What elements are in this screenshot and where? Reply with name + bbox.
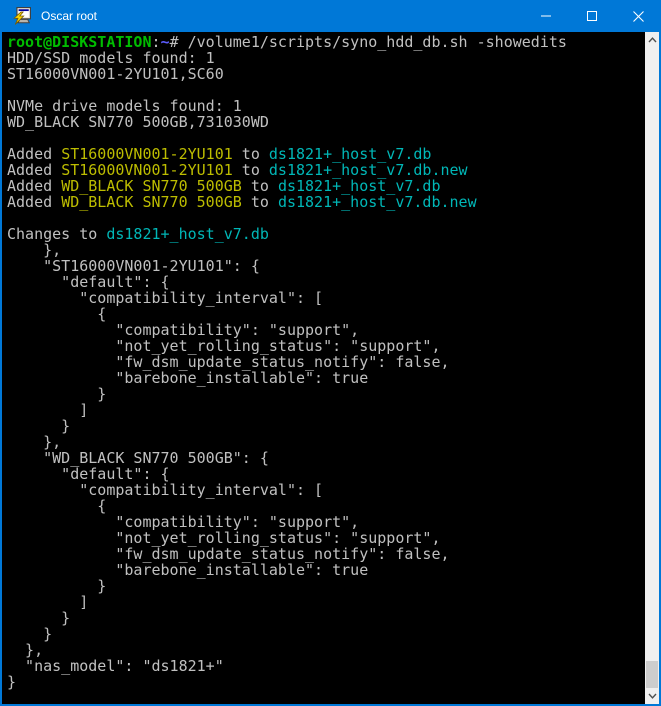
maximize-button[interactable] — [569, 0, 615, 32]
terminal-line — [7, 82, 645, 98]
terminal-line: Added ST16000VN001-2YU101 to ds1821+_hos… — [7, 162, 645, 178]
terminal-line: "compatibility": "support", — [7, 322, 645, 338]
scrollbar[interactable] — [645, 32, 659, 704]
terminal-line: "nas_model": "ds1821+" — [7, 658, 645, 674]
terminal-line: } — [7, 386, 645, 402]
terminal-line: "fw_dsm_update_status_notify": false, — [7, 546, 645, 562]
terminal-line: "compatibility_interval": [ — [7, 482, 645, 498]
title-bar[interactable]: Oscar root — [0, 0, 661, 32]
terminal-line: ] — [7, 402, 645, 418]
terminal-line: } — [7, 674, 645, 690]
terminal-line: HDD/SSD models found: 1 — [7, 50, 645, 66]
putty-app-icon[interactable] — [13, 7, 31, 25]
putty-window: Oscar root root@DISKSTATION:~# /volume1/… — [0, 0, 661, 706]
window-body: root@DISKSTATION:~# /volume1/scripts/syn… — [2, 32, 659, 704]
terminal-line: "not_yet_rolling_status": "support", — [7, 338, 645, 354]
terminal-line: "default": { — [7, 466, 645, 482]
terminal-line: root@DISKSTATION:~# /volume1/scripts/syn… — [7, 34, 645, 50]
scroll-down-button[interactable] — [645, 688, 659, 704]
terminal-line: }, — [7, 242, 645, 258]
terminal-lines: root@DISKSTATION:~# /volume1/scripts/syn… — [7, 34, 645, 690]
terminal-line: NVMe drive models found: 1 — [7, 98, 645, 114]
scroll-up-button[interactable] — [645, 32, 659, 48]
terminal-line: } — [7, 418, 645, 434]
terminal-line: } — [7, 578, 645, 594]
terminal-line: "default": { — [7, 274, 645, 290]
terminal-line — [7, 130, 645, 146]
terminal-line: Added WD_BLACK SN770 500GB to ds1821+_ho… — [7, 194, 645, 210]
terminal-line: { — [7, 306, 645, 322]
terminal-line — [7, 210, 645, 226]
terminal-line: }, — [7, 642, 645, 658]
terminal-line: "barebone_installable": true — [7, 562, 645, 578]
terminal-line: }, — [7, 434, 645, 450]
terminal-line: "not_yet_rolling_status": "support", — [7, 530, 645, 546]
terminal-screen[interactable]: root@DISKSTATION:~# /volume1/scripts/syn… — [2, 32, 645, 704]
terminal-line: { — [7, 498, 645, 514]
terminal-line: "compatibility": "support", — [7, 514, 645, 530]
terminal-line: } — [7, 610, 645, 626]
terminal-line: "WD_BLACK SN770 500GB": { — [7, 450, 645, 466]
window-title: Oscar root — [41, 9, 97, 23]
terminal-line: } — [7, 626, 645, 642]
close-button[interactable] — [615, 0, 661, 32]
scrollbar-track[interactable] — [645, 48, 659, 688]
terminal-line: ST16000VN001-2YU101,SC60 — [7, 66, 645, 82]
terminal-line: Added WD_BLACK SN770 500GB to ds1821+_ho… — [7, 178, 645, 194]
terminal-line: Changes to ds1821+_host_v7.db — [7, 226, 645, 242]
caption-buttons — [523, 0, 661, 32]
terminal-line: ] — [7, 594, 645, 610]
minimize-button[interactable] — [523, 0, 569, 32]
terminal-line: "ST16000VN001-2YU101": { — [7, 258, 645, 274]
terminal-line: "fw_dsm_update_status_notify": false, — [7, 354, 645, 370]
terminal-line: WD_BLACK SN770 500GB,731030WD — [7, 114, 645, 130]
terminal-line: Added ST16000VN001-2YU101 to ds1821+_hos… — [7, 146, 645, 162]
scrollbar-thumb[interactable] — [646, 661, 658, 688]
terminal-line: "barebone_installable": true — [7, 370, 645, 386]
terminal-line: "compatibility_interval": [ — [7, 290, 645, 306]
